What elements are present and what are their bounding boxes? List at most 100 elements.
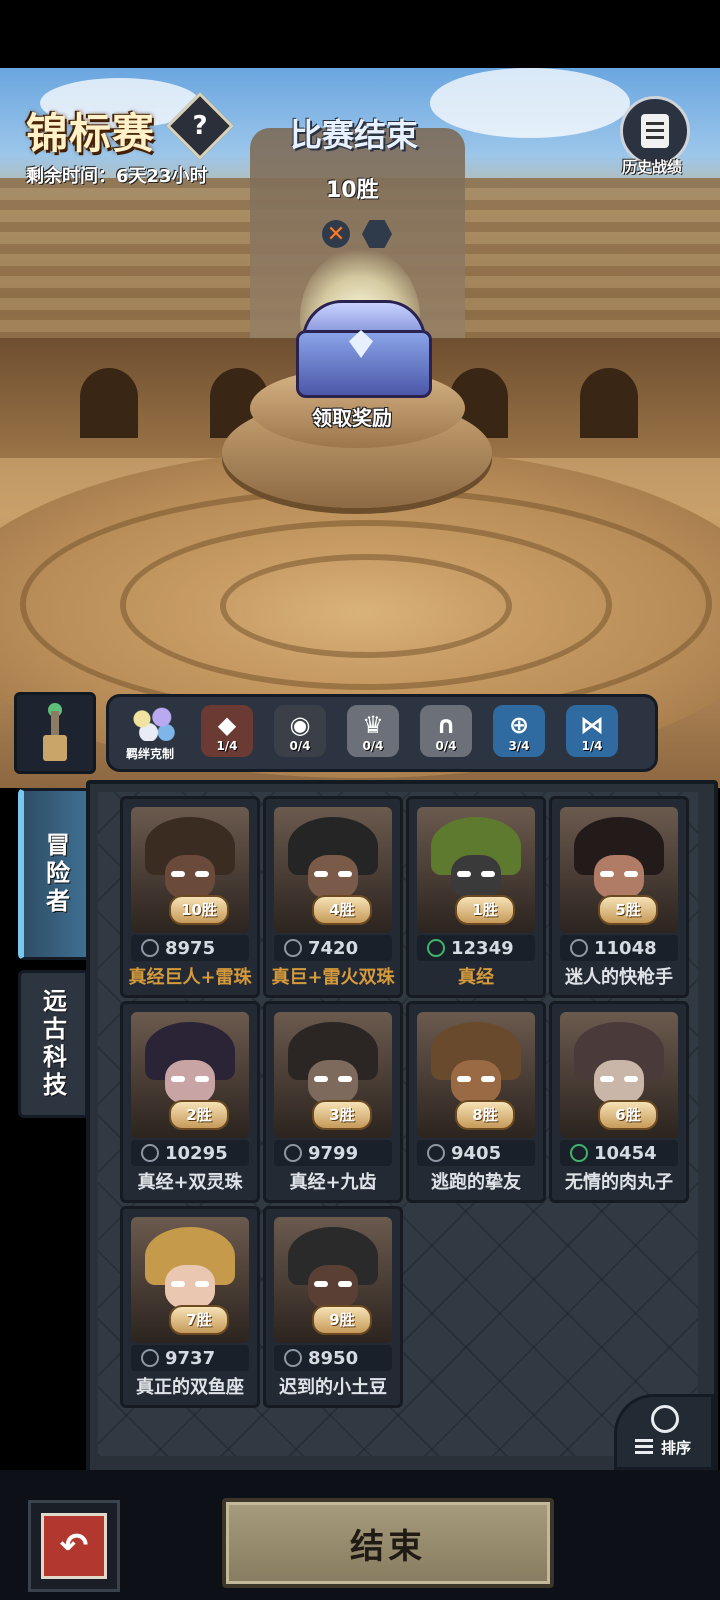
power-value: 10295 [165,1143,228,1164]
magnifier-icon [651,1405,679,1433]
portrait: 4胜 [274,807,392,933]
status-bar [0,0,720,68]
eye [195,1281,209,1287]
synergy-count: 1/4 [581,739,603,753]
power-icon [570,939,588,957]
adventurer-card[interactable]: 4胜 7420 真巨+雷火双珠 [263,796,403,998]
team-name: 真经 [458,967,494,988]
win-badge: 1胜 [455,895,515,925]
crosshair-icon: ⊕ [508,711,530,739]
face [594,1060,644,1104]
adventurer-card[interactable]: 9胜 8950 迟到的小土豆 [263,1206,403,1408]
synergy-slot[interactable]: ◆ 1/4 [201,705,253,757]
back-button[interactable]: ↶ [28,1500,120,1592]
claim-reward-label[interactable]: 领取奖励 [312,402,392,431]
totem-button[interactable] [14,692,96,774]
adventurer-card[interactable]: 5胜 11048 迷人的快枪手 [549,796,689,998]
win-badge: 6胜 [598,1100,658,1130]
synergy-slot[interactable]: ◉ 0/4 [274,705,326,757]
face [308,855,358,899]
adventurer-card[interactable]: 1胜 12349 真经 [406,796,546,998]
portrait: 8胜 [417,1012,535,1138]
win-badge: 2胜 [169,1100,229,1130]
power-score: 10295 [131,1140,249,1166]
power-value: 9737 [165,1348,216,1369]
portrait: 7胜 [131,1217,249,1343]
paw-blobs-icon [131,707,175,741]
power-score: 9405 [417,1140,535,1166]
diamond-icon: ◆ [217,711,237,739]
portrait: 6胜 [560,1012,678,1138]
team-name: 真经巨人+雷珠 [128,967,252,988]
tab-adventurer[interactable]: 冒险者 [18,788,91,960]
synergy-slot[interactable]: ♛ 0/4 [347,705,399,757]
synergy-count: 0/4 [435,739,457,753]
team-name: 迷人的快枪手 [565,967,673,988]
end-button[interactable]: 结束 [222,1498,554,1588]
win-badge: 7胜 [169,1305,229,1335]
portrait: 3胜 [274,1012,392,1138]
power-icon [141,1349,159,1367]
eye [600,871,614,877]
win-count: 10胜 [326,178,379,203]
adventurer-panel: 10胜 8975 真经巨人+雷珠 4胜 7420 真巨+雷火双珠 1胜 12349 真经 5胜 11… [86,780,718,1478]
synergy-slot[interactable]: ∩ 0/4 [420,705,472,757]
reward-chest[interactable] [296,300,432,398]
team-name: 真经+九齿 [289,1172,377,1193]
cloud [430,68,630,138]
arch [80,368,138,438]
power-icon [427,939,445,957]
card-grid: 10胜 8975 真经巨人+雷珠 4胜 7420 真巨+雷火双珠 1胜 12349 真经 5胜 11… [98,792,698,1456]
eye [624,871,638,877]
synergy-count: 0/4 [362,739,384,753]
win-badge: 5胜 [598,895,658,925]
power-value: 8975 [165,938,216,959]
portrait: 1胜 [417,807,535,933]
crown-icon: ♛ [362,711,384,739]
team-name: 无情的肉丸子 [565,1172,673,1193]
remaining-time: 剩余时间：6天23小时 [26,166,208,187]
power-value: 9405 [451,1143,502,1164]
adventurer-card[interactable]: 6胜 10454 无情的肉丸子 [549,1001,689,1203]
adventurer-card[interactable]: 10胜 8975 真经巨人+雷珠 [120,796,260,998]
portrait: 2胜 [131,1012,249,1138]
synergy-counter-button[interactable]: 羁绊克制 [119,703,181,763]
adventurer-card[interactable]: 8胜 9405 逃跑的挚友 [406,1001,546,1203]
eye [457,1076,471,1082]
synergy-counter-label: 羁绊克制 [125,747,174,761]
power-icon [284,1144,302,1162]
adventurer-card[interactable]: 2胜 10295 真经+双灵珠 [120,1001,260,1203]
power-icon [427,1144,445,1162]
power-score: 9799 [274,1140,392,1166]
power-score: 11048 [560,935,678,961]
synergy-slot[interactable]: ⊕ 3/4 [493,705,545,757]
loss-x-icon: ✕ [322,220,350,248]
team-name: 真巨+雷火双珠 [271,967,395,988]
power-icon [570,1144,588,1162]
eye [338,1281,352,1287]
eye [314,1076,328,1082]
power-icon [141,1144,159,1162]
portrait: 5胜 [560,807,678,933]
synergy-count: 1/4 [216,739,238,753]
eye [171,1281,185,1287]
win-badge: 8胜 [455,1100,515,1130]
back-arrow-icon: ↶ [41,1513,107,1579]
eye [457,871,471,877]
adventurer-card[interactable]: 7胜 9737 真正的双鱼座 [120,1206,260,1408]
power-value: 11048 [594,938,657,959]
question-icon: ? [192,111,208,141]
portrait: 10胜 [131,807,249,933]
eye [600,1076,614,1082]
totem-stem [51,711,59,737]
synergy-count: 0/4 [289,739,311,753]
win-badge: 4胜 [312,895,372,925]
tab-ancient-tech[interactable]: 远古科技 [18,970,88,1118]
adventurer-card[interactable]: 3胜 9799 真经+九齿 [263,1001,403,1203]
power-value: 12349 [451,938,514,959]
synergy-count: 3/4 [508,739,530,753]
synergy-slot[interactable]: ⋈ 1/4 [566,705,618,757]
sort-button[interactable]: 排序 [614,1394,714,1470]
history-label[interactable]: 历史战绩 [622,156,682,177]
face [308,1060,358,1104]
